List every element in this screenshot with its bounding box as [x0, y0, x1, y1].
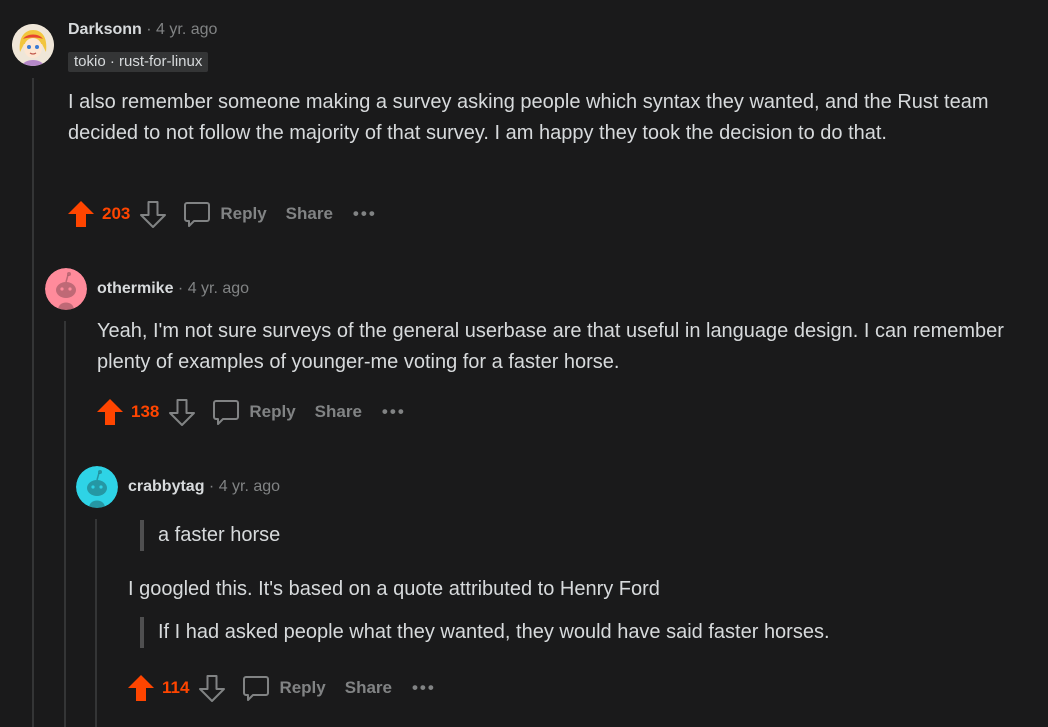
more-options-button[interactable]: •••	[353, 204, 377, 224]
thread-line-level-1[interactable]	[32, 78, 34, 727]
meta-separator: ·	[146, 21, 152, 38]
vote-score: 114	[162, 678, 190, 697]
comment-age[interactable]: 4 yr. ago	[188, 280, 249, 297]
share-button[interactable]: Share	[315, 402, 362, 422]
thread-line-level-3[interactable]	[95, 519, 97, 727]
comment-age[interactable]: 4 yr. ago	[156, 21, 217, 38]
user-avatar-icon	[12, 24, 54, 66]
upvote-button[interactable]	[95, 397, 125, 427]
comment-bubble-icon	[184, 202, 211, 227]
reply-button[interactable]: Reply	[182, 199, 267, 229]
comment-bubble-icon	[213, 400, 240, 425]
comment-body: Yeah, I'm not sure surveys of the genera…	[97, 320, 1004, 373]
snoo-avatar-icon	[45, 268, 87, 310]
author-name[interactable]: Darksonn	[68, 21, 142, 38]
downvote-button[interactable]	[138, 199, 168, 229]
author-name[interactable]: crabbytag	[128, 478, 204, 495]
avatar[interactable]	[76, 466, 118, 508]
avatar[interactable]	[45, 268, 87, 310]
comment-paragraph: I googled this. It's based on a quote at…	[128, 578, 660, 600]
meta-separator: ·	[208, 478, 215, 495]
reply-button[interactable]: Reply	[241, 673, 326, 703]
comment-meta: Darksonn · 4 yr. ago	[68, 21, 217, 39]
share-button[interactable]: Share	[286, 204, 333, 224]
downvote-button[interactable]	[197, 673, 227, 703]
comment-bubble-icon	[243, 676, 270, 701]
reply-button[interactable]: Reply	[211, 397, 296, 427]
thread-line-level-2[interactable]	[64, 321, 66, 727]
vote-score: 203	[102, 204, 131, 223]
upvote-button[interactable]	[66, 199, 96, 229]
arrow-up-icon	[128, 675, 154, 701]
comment-actions: 203 Reply Share •••	[66, 198, 377, 230]
comment-age[interactable]: 4 yr. ago	[219, 478, 280, 495]
arrow-up-icon	[68, 201, 94, 227]
arrow-down-icon	[169, 399, 196, 426]
user-flair: tokio · rust-for-linux	[68, 52, 209, 72]
avatar[interactable]	[12, 24, 54, 66]
reply-label: Reply	[220, 204, 267, 223]
comment-actions: 114 Reply Share •••	[126, 672, 436, 704]
blockquote: a faster horse	[140, 520, 280, 551]
arrow-up-icon	[97, 399, 123, 425]
more-options-button[interactable]: •••	[412, 678, 436, 698]
author-name[interactable]: othermike	[97, 280, 173, 297]
comment-actions: 138 Reply Share •••	[95, 396, 406, 428]
comment-body: I also remember someone making a survey …	[68, 91, 989, 144]
blockquote: If I had asked people what they wanted, …	[140, 617, 830, 648]
meta-separator: ·	[177, 280, 184, 297]
reply-label: Reply	[279, 678, 326, 697]
downvote-button[interactable]	[167, 397, 197, 427]
comment-meta: crabbytag · 4 yr. ago	[128, 478, 280, 496]
more-options-button[interactable]: •••	[382, 402, 406, 422]
arrow-down-icon	[199, 675, 226, 702]
upvote-button[interactable]	[126, 673, 156, 703]
vote-score: 138	[131, 402, 160, 421]
snoo-avatar-icon	[76, 466, 118, 508]
arrow-down-icon	[140, 201, 167, 228]
reply-label: Reply	[249, 402, 296, 421]
share-button[interactable]: Share	[345, 678, 392, 698]
comment-meta: othermike · 4 yr. ago	[97, 280, 249, 298]
